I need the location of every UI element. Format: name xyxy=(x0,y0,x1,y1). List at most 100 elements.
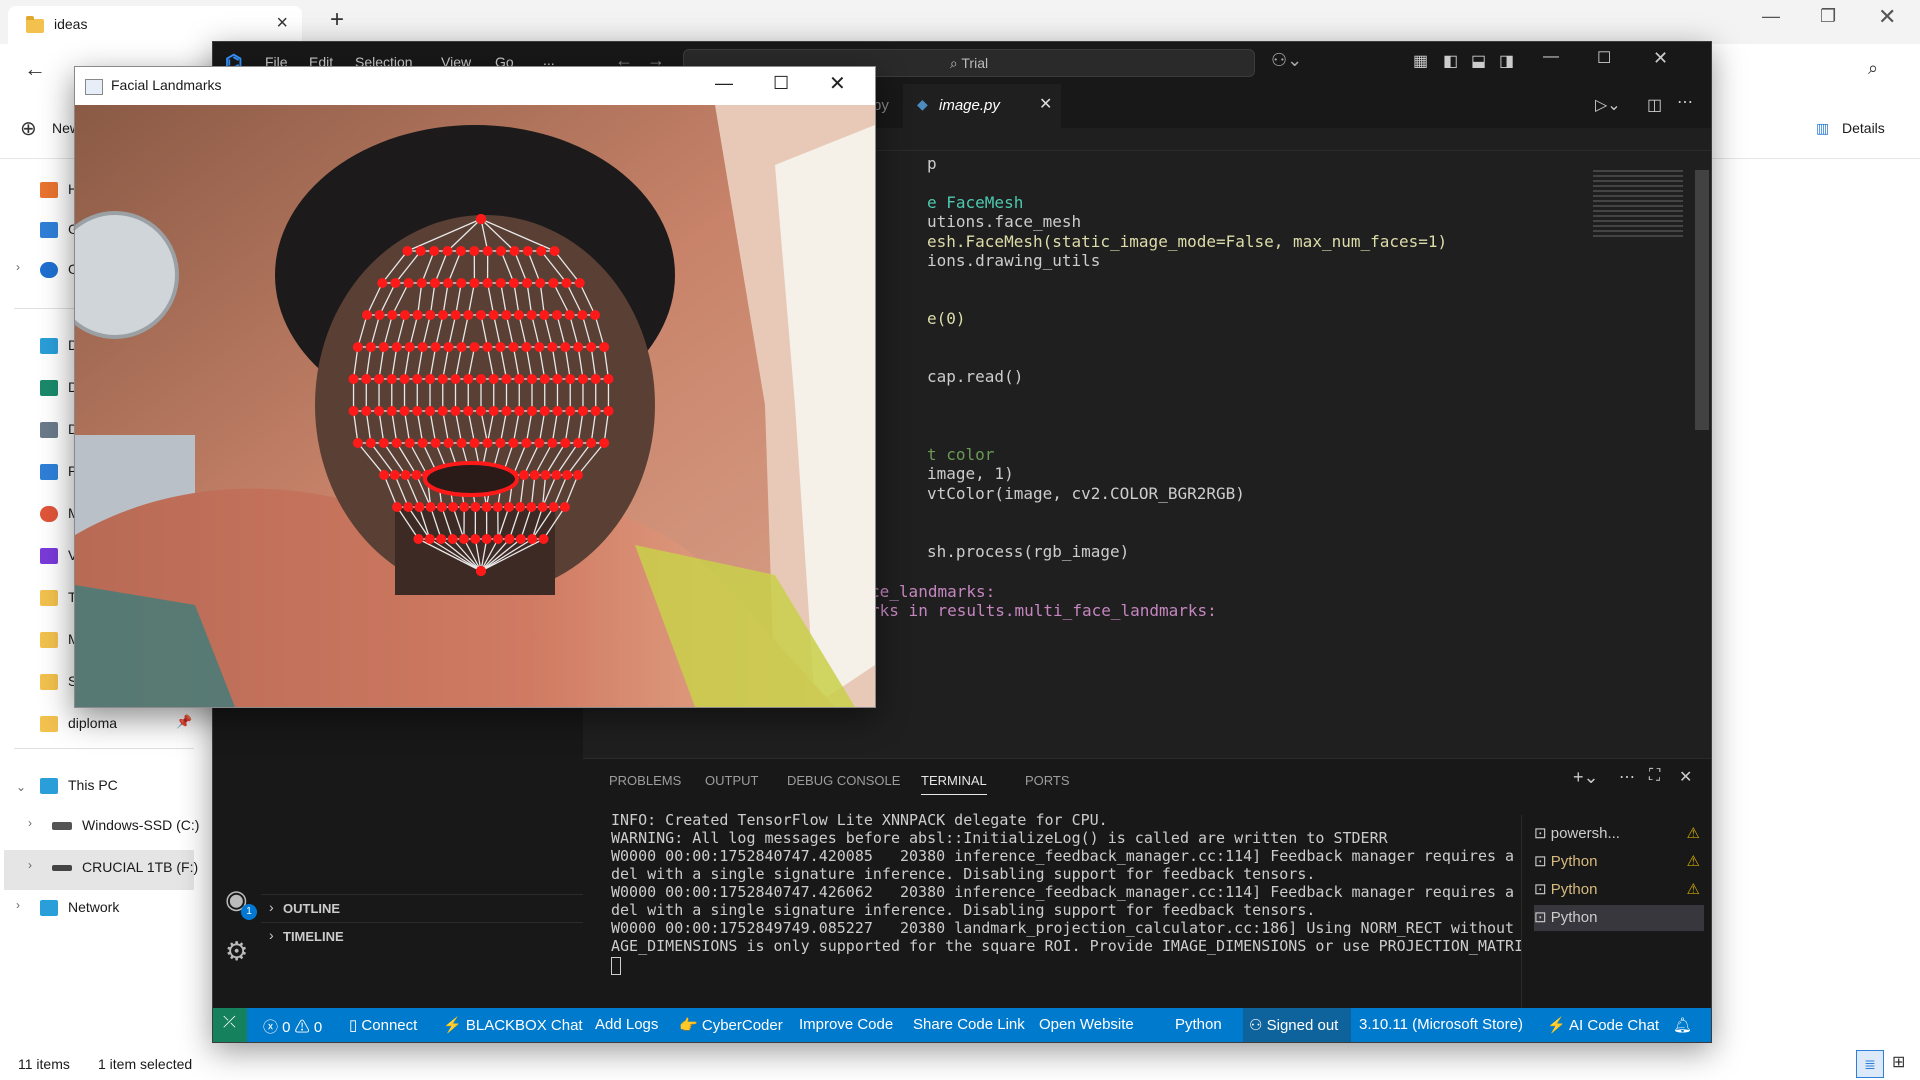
landmark-point xyxy=(365,342,376,352)
new-plus-icon[interactable]: ⊕ xyxy=(20,116,37,141)
terminal-icon: ⊡ xyxy=(1534,825,1551,842)
close-tab-icon[interactable]: × xyxy=(276,12,288,35)
chevron-down-icon[interactable]: ⌄ xyxy=(16,780,26,794)
terminal-name: Python xyxy=(1550,881,1598,898)
blackbox-chat-item[interactable]: ⚡ BLACKBOX Chat xyxy=(443,1016,583,1034)
run-file-icon[interactable]: ▷⌄ xyxy=(1595,95,1621,115)
minimap[interactable] xyxy=(1593,170,1683,240)
panel-tab-terminal[interactable]: TERMINAL xyxy=(921,773,987,795)
share-code-link-item[interactable]: Share Code Link xyxy=(913,1016,1025,1033)
details-button[interactable]: Details xyxy=(1842,120,1885,136)
toggle-secondary-sidebar-icon[interactable]: ◨ xyxy=(1499,51,1514,71)
timeline-section[interactable]: › TIMELINE xyxy=(261,922,583,949)
nav-item-drive-c[interactable]: Windows-SSD (C:) xyxy=(52,812,199,838)
add-logs-item[interactable]: Add Logs xyxy=(595,1016,658,1033)
back-arrow-icon[interactable]: ← xyxy=(24,56,46,82)
terminal-item-python-active[interactable]: ⊡ Python xyxy=(1534,905,1704,931)
copilot-icon[interactable]: ⚇⌄ xyxy=(1271,50,1302,71)
close-tab-icon[interactable]: ✕ xyxy=(1039,94,1052,114)
close-icon[interactable]: ✕ xyxy=(829,71,846,96)
nav-item-home[interactable]: H xyxy=(40,176,78,202)
nav-item-documents[interactable]: D xyxy=(40,416,78,442)
signed-out-item[interactable]: ⚇ Signed out xyxy=(1243,1008,1351,1042)
close-panel-icon[interactable]: ✕ xyxy=(1679,767,1692,787)
search-icon[interactable]: ⌕ xyxy=(1868,58,1878,79)
chevron-right-icon[interactable]: › xyxy=(16,898,20,912)
improve-code-item[interactable]: Improve Code xyxy=(799,1016,893,1033)
close-icon[interactable]: ✕ xyxy=(1878,4,1896,30)
maximize-panel-icon[interactable]: ⛶ xyxy=(1649,767,1660,785)
new-terminal-icon[interactable]: +⌄ xyxy=(1573,767,1599,788)
minimize-icon[interactable]: — xyxy=(715,73,733,94)
landmark-point xyxy=(526,310,537,320)
nav-item-drive-f[interactable]: CRUCIAL 1TB (F:) xyxy=(52,854,198,880)
landmark-point xyxy=(450,374,461,384)
landmark-point xyxy=(387,310,398,320)
python-file-icon: ◆ xyxy=(917,96,928,112)
nav-item-videos[interactable]: V xyxy=(40,542,77,568)
chevron-right-icon[interactable]: › xyxy=(16,260,20,274)
minimize-icon[interactable]: — xyxy=(1762,6,1780,27)
panel-tab-problems[interactable]: PROBLEMS xyxy=(609,773,681,788)
nav-item-diploma[interactable]: diploma xyxy=(40,710,117,736)
nav-item-desktop[interactable]: D xyxy=(40,332,78,358)
nav-item-network[interactable]: Network xyxy=(40,894,119,920)
maximize-icon[interactable]: ☐ xyxy=(773,73,789,94)
ai-code-chat-item[interactable]: ⚡ AI Code Chat xyxy=(1547,1016,1659,1034)
split-editor-icon[interactable]: ◫ xyxy=(1647,95,1662,115)
toggle-sidebar-icon[interactable]: ◧ xyxy=(1443,51,1458,71)
signed-out-label: ⚇ Signed out xyxy=(1249,1017,1339,1034)
explorer-tab[interactable]: ideas × xyxy=(8,6,302,44)
code-line: vtColor(image, cv2.COLOR_BGR2RGB) xyxy=(927,484,1245,503)
landmark-point xyxy=(481,502,492,512)
terminal-item-python[interactable]: ⊡ Python ⚠ xyxy=(1534,877,1704,903)
nav-item-folder[interactable]: T xyxy=(40,584,77,610)
open-website-item[interactable]: Open Website xyxy=(1039,1016,1134,1033)
panel-tab-output[interactable]: OUTPUT xyxy=(705,773,758,788)
restore-icon[interactable]: ❐ xyxy=(1820,6,1836,27)
landmark-point xyxy=(508,342,519,352)
close-icon[interactable]: ✕ xyxy=(1653,48,1668,69)
terminal-item-python[interactable]: ⊡ Python ⚠ xyxy=(1534,849,1704,875)
timeline-label: TIMELINE xyxy=(283,929,344,944)
panel-tab-ports[interactable]: PORTS xyxy=(1025,773,1070,788)
customize-layout-icon[interactable]: ▦ xyxy=(1413,51,1428,71)
terminal-output[interactable]: INFO: Created TensorFlow Lite XNNPACK de… xyxy=(583,805,1521,1009)
landmark-point xyxy=(469,246,480,256)
python-version-item[interactable]: 3.10.11 (Microsoft Store) xyxy=(1359,1016,1523,1033)
terminal-item-powershell[interactable]: ⊡ powersh... ⚠ xyxy=(1534,821,1704,847)
status-label: Signed out xyxy=(1266,1017,1339,1034)
errors-warnings[interactable]: ⓧ 0 ⚠ 0 xyxy=(263,1016,322,1037)
landmark-point xyxy=(590,406,601,416)
editor-scrollbar[interactable] xyxy=(1695,170,1709,430)
details-view-icon[interactable]: ≣ xyxy=(1856,1050,1884,1078)
language-mode-item[interactable]: Python xyxy=(1175,1016,1222,1033)
landmark-point xyxy=(386,374,397,384)
nav-item-pictures[interactable]: P xyxy=(40,458,77,484)
gear-icon[interactable]: ⚙ xyxy=(225,936,248,967)
more-actions-icon[interactable]: ⋯ xyxy=(1677,92,1693,112)
bell-icon[interactable]: 🔔︎ xyxy=(1673,1016,1692,1034)
landmark-point xyxy=(503,502,514,512)
maximize-icon[interactable]: ☐ xyxy=(1597,48,1611,68)
chevron-right-icon[interactable]: › xyxy=(28,816,32,830)
nav-item-this-pc[interactable]: This PC xyxy=(40,772,118,798)
landmark-point xyxy=(586,438,597,448)
minimize-icon[interactable]: — xyxy=(1543,48,1559,66)
more-actions-icon[interactable]: ⋯ xyxy=(1619,767,1635,787)
landmark-point xyxy=(521,342,532,352)
landmark-point xyxy=(476,374,486,384)
tiles-view-icon[interactable]: ⊞ xyxy=(1892,1052,1905,1072)
chevron-right-icon[interactable]: › xyxy=(28,858,32,872)
connect-item[interactable]: ▯ Connect xyxy=(349,1016,417,1034)
toggle-panel-icon[interactable]: ⬓ xyxy=(1471,51,1486,71)
landmark-point xyxy=(514,406,525,416)
panel-tab-debug-console[interactable]: DEBUG CONSOLE xyxy=(787,773,900,788)
tab-image-py[interactable]: ◆ image.py ✕ xyxy=(903,84,1061,128)
nav-item-folder[interactable]: S xyxy=(40,668,77,694)
outline-section[interactable]: › OUTLINE xyxy=(261,894,583,921)
nav-item-downloads[interactable]: D xyxy=(40,374,78,400)
cybercoder-item[interactable]: 👉 CyberCoder xyxy=(679,1016,783,1034)
remote-indicator[interactable]: ⤫ xyxy=(213,1008,247,1042)
new-tab-button[interactable]: + xyxy=(330,6,344,34)
